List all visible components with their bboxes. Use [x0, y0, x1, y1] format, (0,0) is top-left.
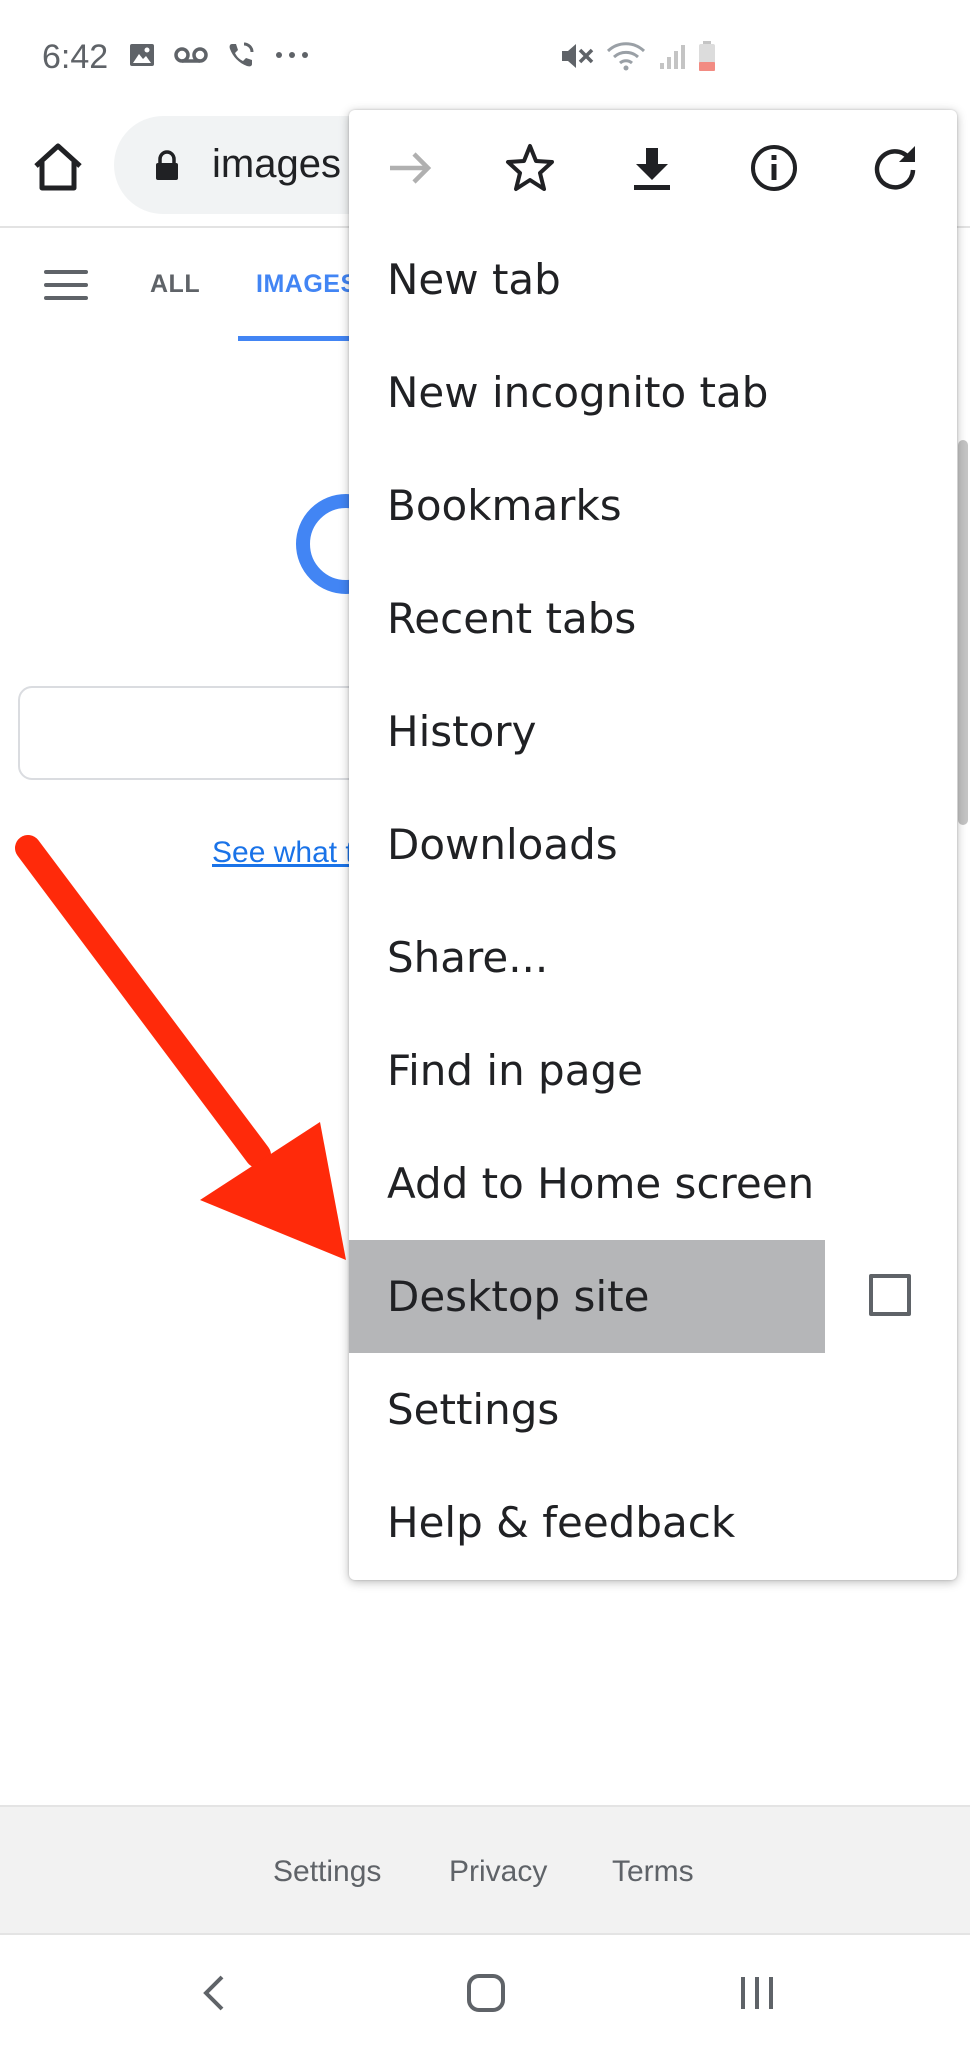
home-nav-icon[interactable]: [466, 1973, 506, 2013]
menu-item-find-in-page[interactable]: Find in page: [349, 1014, 957, 1127]
menu-item-settings[interactable]: Settings: [349, 1353, 957, 1466]
menu-item-label: Settings: [387, 1385, 560, 1434]
menu-item-add-to-home-screen[interactable]: Add to Home screen: [349, 1127, 957, 1240]
menu-item-new-tab[interactable]: New tab: [349, 223, 957, 336]
info-icon[interactable]: [748, 142, 800, 194]
footer-privacy-link[interactable]: Privacy: [449, 1855, 547, 1889]
menu-item-help-feedback[interactable]: Help & feedback: [349, 1466, 957, 1579]
wifi-calling-icon: [229, 42, 254, 67]
mute-icon: [562, 44, 594, 68]
scrollbar[interactable]: [958, 440, 968, 825]
lock-icon: [156, 150, 178, 180]
menu-item-label: Downloads: [387, 820, 618, 869]
battery-low-icon: [699, 41, 715, 71]
menu-icon-row: [349, 110, 957, 225]
menu-item-history[interactable]: History: [349, 675, 957, 788]
tab-images[interactable]: IMAGES: [256, 270, 358, 299]
status-time: 6:42: [42, 38, 109, 76]
active-tab-indicator: [238, 336, 358, 341]
menu-item-downloads[interactable]: Downloads: [349, 788, 957, 901]
annotation-arrow-icon: [15, 835, 346, 1260]
tab-all[interactable]: ALL: [150, 270, 200, 299]
footer-settings-link[interactable]: Settings: [273, 1855, 381, 1889]
menu-item-label: Help & feedback: [387, 1498, 736, 1547]
status-icons-left: [128, 40, 310, 70]
signal-icon: [660, 45, 685, 69]
footer-terms-link[interactable]: Terms: [612, 1855, 694, 1889]
desktop-site-checkbox[interactable]: [869, 1274, 911, 1316]
status-icons-right: [560, 40, 716, 72]
more-dots-icon: [276, 52, 308, 58]
menu-item-label: Bookmarks: [387, 481, 622, 530]
home-icon[interactable]: [30, 138, 86, 194]
forward-icon[interactable]: [384, 142, 436, 194]
status-bar: 6:42: [0, 0, 970, 110]
refresh-icon[interactable]: [869, 142, 921, 194]
menu-item-label: Desktop site: [387, 1272, 650, 1321]
recents-icon[interactable]: [738, 1975, 776, 2011]
browser-overflow-menu: New tab New incognito tab Bookmarks Rece…: [349, 110, 957, 1580]
menu-item-label: Add to Home screen: [387, 1159, 815, 1208]
page-footer: Settings Privacy Terms: [0, 1805, 970, 1935]
star-icon[interactable]: [504, 142, 556, 194]
hamburger-menu-icon[interactable]: [44, 270, 88, 302]
menu-item-label: History: [387, 707, 537, 756]
menu-item-label: Recent tabs: [387, 594, 637, 643]
back-icon[interactable]: [200, 1973, 226, 2013]
menu-item-desktop-site[interactable]: Desktop site: [349, 1240, 957, 1353]
menu-item-bookmarks[interactable]: Bookmarks: [349, 449, 957, 562]
menu-item-label: Find in page: [387, 1046, 643, 1095]
voicemail-icon: [174, 47, 208, 63]
download-icon[interactable]: [626, 142, 678, 194]
gallery-icon: [130, 44, 154, 66]
system-nav-bar: [0, 1937, 970, 2048]
menu-item-new-incognito-tab[interactable]: New incognito tab: [349, 336, 957, 449]
menu-item-label: New tab: [387, 255, 561, 304]
url-text: images: [212, 142, 341, 186]
menu-item-label: New incognito tab: [387, 368, 769, 417]
menu-item-share[interactable]: Share...: [349, 901, 957, 1014]
wifi-icon: [606, 42, 646, 71]
menu-item-label: Share...: [387, 933, 549, 982]
menu-item-recent-tabs[interactable]: Recent tabs: [349, 562, 957, 675]
